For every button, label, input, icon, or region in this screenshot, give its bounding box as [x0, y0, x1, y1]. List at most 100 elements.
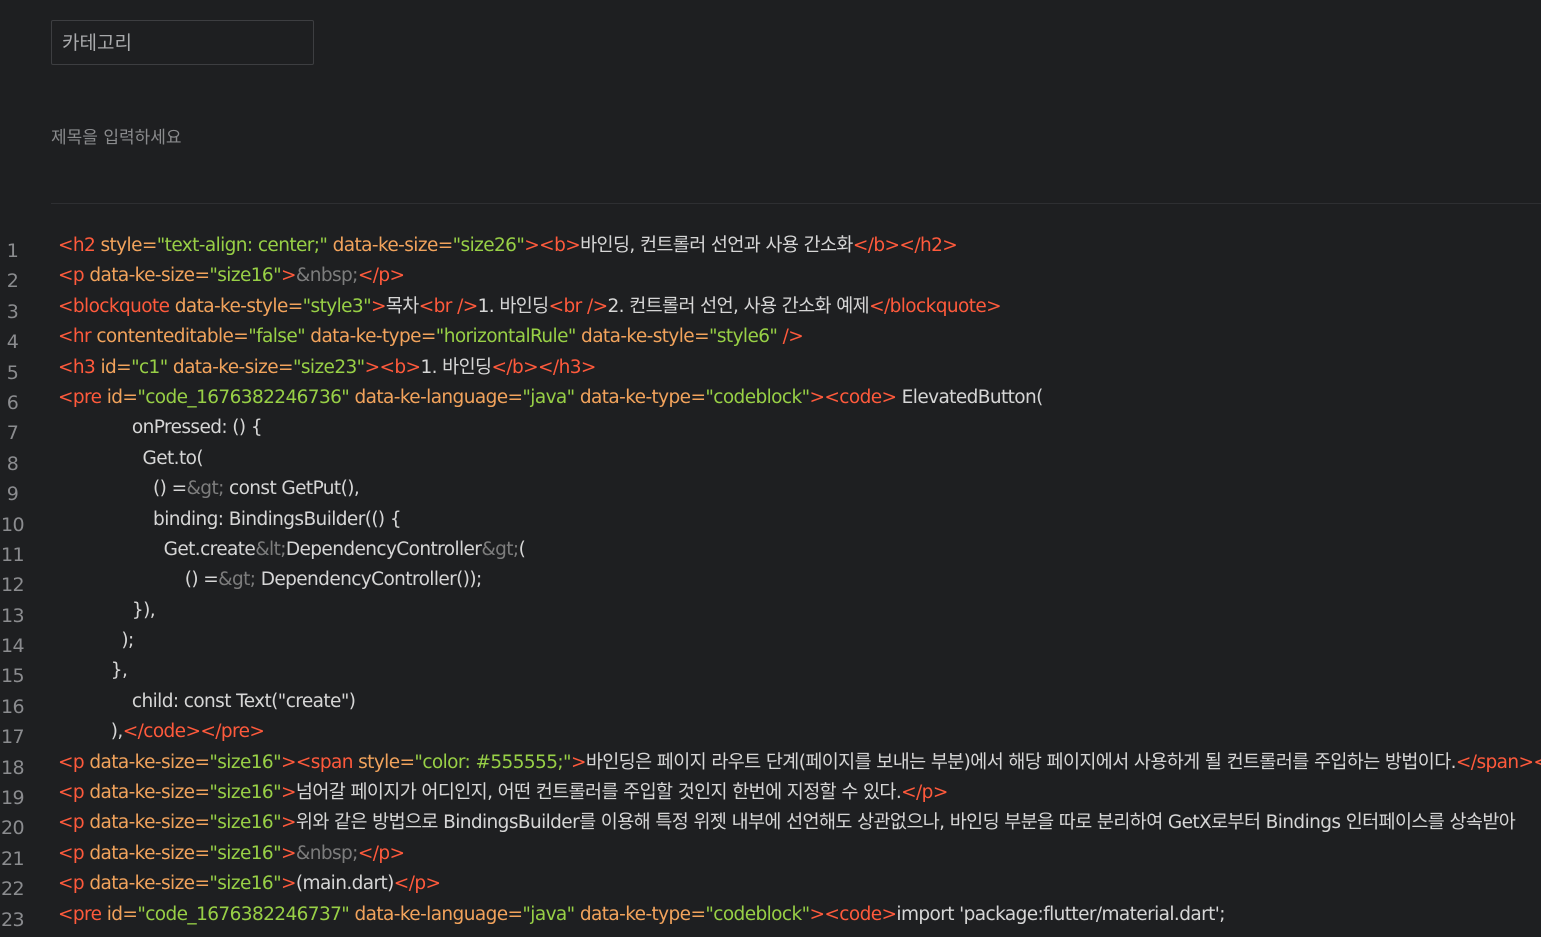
code-line[interactable]: 22 <p data-ke-size="size16">(main.dart)</… — [0, 869, 1541, 900]
code-token-txt: 목차 — [385, 295, 419, 317]
code-token-attr: data-ke-size= — [89, 842, 210, 864]
code-line[interactable]: 14 ); — [0, 626, 1541, 657]
code-token-str: "size26" — [452, 235, 525, 256]
code-token-attr: data-ke-style= — [174, 295, 304, 317]
code-token-txt: DependencyController — [285, 538, 482, 560]
code-token-str: "codeblock" — [705, 386, 810, 408]
code-token-tag: ><span — [281, 751, 359, 773]
code-text: <blockquote data-ke-style="style3">목차<br… — [58, 292, 1002, 322]
code-text: Get.create&lt;DependencyController&gt;( — [58, 535, 526, 565]
code-text: <p data-ke-size="size16"><span style="co… — [58, 748, 1541, 778]
code-text: <p data-ke-size="size16">&nbsp;</p> — [58, 261, 405, 291]
code-token-str: "size16" — [209, 812, 281, 834]
code-token-tag: </p> — [357, 842, 405, 864]
code-token-txt: () = — [58, 478, 187, 500]
code-line[interactable]: 17 ),</code></pre> — [0, 717, 1541, 748]
code-text: onPressed: () { — [58, 413, 263, 443]
code-line[interactable]: 21 <p data-ke-size="size16">&nbsp;</p> — [0, 839, 1541, 870]
code-line[interactable]: 8 Get.to( — [0, 444, 1541, 475]
code-token-str: "style6" — [708, 326, 783, 348]
code-line[interactable]: 1 <h2 style="text-align: center;" data-ke… — [0, 231, 1541, 262]
code-token-attr: data-ke-size= — [89, 265, 210, 287]
code-token-tag: ><code> — [809, 903, 897, 925]
code-text: }, — [58, 656, 128, 686]
code-token-str: "c1" — [131, 356, 173, 378]
code-token-txt: Get.create — [58, 538, 256, 560]
code-token-str: "text-align: center;" — [156, 235, 333, 256]
code-token-attr: data-ke-size= — [89, 782, 210, 804]
code-token-txt: 바인딩은 페이지 라우트 단계(페이지를 보내는 부분)에서 해당 페이지에서 … — [585, 751, 1457, 773]
code-token-txt: ); — [58, 630, 134, 652]
code-line[interactable]: 10 binding: BindingsBuilder(() { — [0, 505, 1541, 536]
code-text: <hr contenteditable="false" data-ke-type… — [58, 322, 804, 352]
code-token-ent: &lt; — [255, 538, 286, 560]
code-line[interactable]: 2 <p data-ke-size="size16">&nbsp;</p> — [0, 261, 1541, 292]
category-select[interactable] — [51, 20, 314, 65]
code-line[interactable]: 4 <hr contenteditable="false" data-ke-typ… — [0, 322, 1541, 353]
code-line[interactable]: 23 <pre id="code_1676382246737" data-ke-l… — [0, 900, 1541, 931]
code-token-str: "color: #555555;" — [414, 751, 571, 773]
code-token-tag: > — [281, 842, 297, 864]
code-line[interactable]: 7 onPressed: () { — [0, 413, 1541, 444]
code-text: () =&gt; const GetPut(), — [58, 474, 360, 504]
code-token-str: "style3" — [302, 295, 372, 317]
code-token-tag: </p> — [901, 782, 948, 804]
code-text: ); — [58, 626, 134, 656]
code-token-txt: }), — [58, 599, 156, 621]
code-token-attr: data-ke-language= — [354, 386, 523, 408]
code-line[interactable]: 11 Get.create&lt;DependencyController&gt… — [0, 535, 1541, 566]
code-text: ),</code></pre> — [58, 717, 265, 747]
code-token-str: "false" — [248, 326, 311, 348]
code-token-txt: 2. 컨트롤러 선언, 사용 간소화 예제 — [607, 295, 870, 317]
code-line[interactable]: 9 () =&gt; const GetPut(), — [0, 474, 1541, 505]
code-line[interactable]: 13 }), — [0, 596, 1541, 627]
code-token-str: "size16" — [209, 751, 281, 773]
code-token-txt: binding: BindingsBuilder(() { — [58, 508, 402, 530]
code-token-txt: DependencyController()); — [255, 569, 483, 591]
title-input[interactable] — [51, 120, 1541, 156]
code-token-tag: <p — [58, 751, 90, 773]
code-line[interactable]: 18 <p data-ke-size="size16"><span style="… — [0, 748, 1541, 779]
code-token-tag: > — [281, 782, 297, 804]
code-line[interactable]: 6 <pre id="code_1676382246736" data-ke-la… — [0, 383, 1541, 414]
code-token-ent: &nbsp; — [295, 842, 359, 864]
code-token-txt: ElevatedButton( — [896, 386, 1044, 408]
code-text: () =&gt; DependencyController()); — [58, 565, 483, 595]
code-token-tag: <p — [58, 842, 90, 864]
category-input[interactable] — [52, 21, 313, 64]
code-token-tag: <p — [58, 812, 90, 834]
code-token-tag: </p> — [393, 873, 441, 895]
code-line[interactable]: 19 <p data-ke-size="size16">넘어갈 페이지가 어디인지… — [0, 778, 1541, 809]
code-line[interactable]: 3 <blockquote data-ke-style="style3">목차<b… — [0, 292, 1541, 323]
code-token-tag: <h2 — [58, 235, 101, 256]
code-token-txt: 1. 바인딩 — [420, 356, 492, 378]
html-code-editor[interactable]: 1 <h2 style="text-align: center;" data-ke… — [0, 231, 1541, 937]
code-token-str: "horizontalRule" — [435, 326, 582, 348]
code-token-tag: > — [281, 265, 297, 287]
code-token-str: "size16" — [209, 873, 281, 895]
code-text: }), — [58, 596, 156, 626]
code-line[interactable]: 20 <p data-ke-size="size16">위와 같은 방법으로 Bi… — [0, 808, 1541, 839]
code-token-str: "size16" — [209, 842, 281, 864]
code-token-txt: (main.dart) — [295, 873, 394, 895]
code-token-attr: data-ke-size= — [332, 235, 454, 256]
code-token-txt: 1. 바인딩 — [477, 295, 550, 317]
code-text: <h2 style="text-align: center;" data-ke-… — [58, 231, 958, 261]
code-token-txt: () = — [58, 569, 219, 591]
code-token-attr: data-ke-type= — [579, 386, 706, 408]
code-token-tag: <p — [58, 782, 90, 804]
code-token-attr: data-ke-language= — [354, 903, 523, 925]
code-text: <h3 id="c1" data-ke-size="size23"><b>1. … — [58, 353, 596, 383]
code-token-str: "size23" — [292, 356, 365, 378]
code-line[interactable]: 12 () =&gt; DependencyController()); — [0, 565, 1541, 596]
code-line[interactable]: 15 }, — [0, 656, 1541, 687]
code-token-tag: <pre — [58, 903, 107, 925]
code-text: <pre id="code_1676382246736" data-ke-lan… — [58, 383, 1043, 413]
code-text: <p data-ke-size="size16">&nbsp;</p> — [58, 839, 405, 869]
code-line[interactable]: 16 child: const Text("create") — [0, 687, 1541, 718]
code-token-ent: &gt; — [186, 478, 224, 500]
code-line[interactable]: 5 <h3 id="c1" data-ke-size="size23"><b>1.… — [0, 353, 1541, 384]
code-text: <pre id="code_1676382246737" data-ke-lan… — [58, 900, 1225, 930]
code-text: Get.to( — [58, 444, 203, 474]
code-token-tag: <p — [58, 265, 90, 287]
